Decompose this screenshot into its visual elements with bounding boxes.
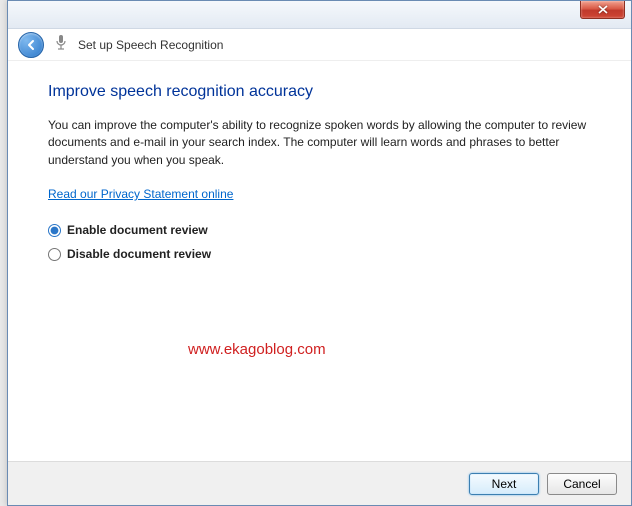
radio-disable-label: Disable document review xyxy=(67,247,211,261)
next-button[interactable]: Next xyxy=(469,473,539,495)
cancel-button[interactable]: Cancel xyxy=(547,473,617,495)
page-heading: Improve speech recognition accuracy xyxy=(48,83,591,101)
watermark-text: www.ekagoblog.com xyxy=(188,341,326,358)
wizard-content: Improve speech recognition accuracy You … xyxy=(8,61,631,461)
arrow-left-icon xyxy=(24,38,38,52)
option-enable-document-review[interactable]: Enable document review xyxy=(48,223,591,237)
wizard-title: Set up Speech Recognition xyxy=(78,38,223,52)
document-review-options: Enable document review Disable document … xyxy=(48,223,591,261)
radio-disable[interactable] xyxy=(48,248,61,261)
privacy-statement-link[interactable]: Read our Privacy Statement online xyxy=(48,187,233,201)
wizard-window: Set up Speech Recognition Improve speech… xyxy=(7,0,632,506)
titlebar xyxy=(8,1,631,29)
close-button[interactable] xyxy=(580,1,625,19)
wizard-footer: Next Cancel xyxy=(8,461,631,505)
option-disable-document-review[interactable]: Disable document review xyxy=(48,247,591,261)
radio-enable-label: Enable document review xyxy=(67,223,208,237)
page-description: You can improve the computer's ability t… xyxy=(48,117,591,169)
wizard-header: Set up Speech Recognition xyxy=(8,29,631,61)
close-icon xyxy=(598,5,608,14)
microphone-icon xyxy=(54,34,68,55)
back-button[interactable] xyxy=(18,32,44,58)
radio-enable[interactable] xyxy=(48,224,61,237)
